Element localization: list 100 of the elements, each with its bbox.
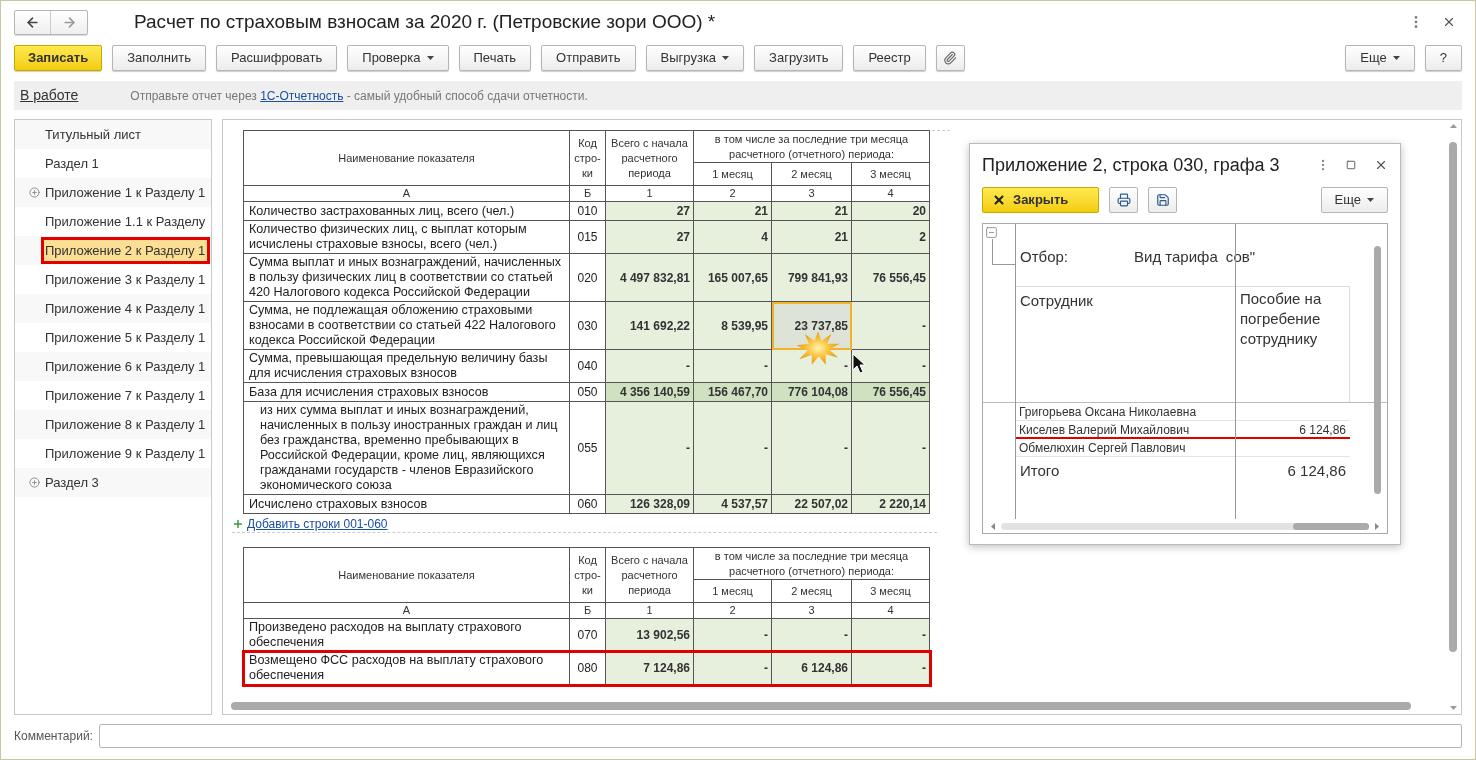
- close-button[interactable]: Закрыть: [982, 186, 1100, 213]
- status-link[interactable]: В работе: [20, 85, 79, 106]
- sidebar-item[interactable]: Приложение 3 к Разделу 1: [44, 266, 208, 293]
- sidebar-item[interactable]: Приложение 2 к Разделу 1: [41, 237, 211, 264]
- row-label: Количество физических лиц, с выплат которым исчислены страховые взносы, всего (чел.): [243, 220, 570, 254]
- column-number: 1: [605, 602, 694, 619]
- toolbar-button[interactable]: Отправить: [541, 45, 636, 71]
- service-link[interactable]: 1С-Отчетность: [260, 88, 344, 103]
- value-cell[interactable]: 4: [693, 220, 772, 254]
- add-icon: [232, 517, 244, 530]
- row-code: 050: [569, 382, 606, 402]
- expand-icon[interactable]: [29, 187, 40, 198]
- row-code: 010: [569, 201, 606, 221]
- value-cell[interactable]: 2: [851, 220, 930, 254]
- value-cell[interactable]: 141 692,22: [605, 301, 694, 350]
- toolbar-button[interactable]: Загрузить: [754, 45, 844, 71]
- column-number: А: [243, 185, 570, 202]
- toolbar-button[interactable]: Печать: [458, 45, 532, 71]
- vertical-scrollbar[interactable]: [1374, 246, 1381, 494]
- scroll-right-icon[interactable]: [1375, 522, 1379, 530]
- row-code: 055: [569, 401, 606, 495]
- toolbar-button[interactable]: Заполнить: [112, 45, 207, 71]
- toolbar-button[interactable]: ?: [1424, 45, 1462, 71]
- column-header: 1 месяц: [693, 579, 772, 603]
- sidebar-item[interactable]: Раздел 1: [44, 150, 101, 177]
- value-cell[interactable]: -: [851, 651, 930, 685]
- value-cell[interactable]: 8 539,95: [693, 301, 772, 350]
- row-code: 040: [569, 349, 606, 383]
- maximize-icon[interactable]: [1346, 160, 1356, 170]
- floppy-icon: [1155, 192, 1170, 207]
- total-amount: 6 124,86: [1286, 460, 1347, 481]
- value-cell[interactable]: -: [851, 401, 930, 495]
- value-cell[interactable]: -: [693, 349, 772, 383]
- info-message: Отправьте отчет через 1С-Отчетность - самый удобный способ сдачи отчетности.: [130, 87, 588, 105]
- printer-icon: [1116, 192, 1131, 207]
- add-rows-link[interactable]: Добавить строки 001-060: [247, 514, 388, 533]
- scroll-up-icon[interactable]: [1449, 124, 1457, 128]
- value-cell[interactable]: -: [851, 301, 930, 350]
- horizontal-scrollbar[interactable]: [231, 702, 1411, 710]
- toolbar-button[interactable]: Расшифровать: [216, 45, 338, 71]
- cross-icon: [992, 192, 1006, 207]
- value-cell[interactable]: -: [693, 651, 772, 685]
- comment-label: Комментарий:: [14, 728, 93, 745]
- column-number: 1: [605, 185, 694, 202]
- column-number: Б: [569, 185, 606, 202]
- toolbar-button[interactable]: Реестр: [853, 45, 926, 71]
- sidebar-item[interactable]: Приложение 7 к Разделу 1: [44, 382, 208, 409]
- employee-name: Григорьева Оксана Николаевна: [1018, 404, 1198, 420]
- sidebar-item[interactable]: Приложение 9 к Разделу 1: [44, 440, 208, 467]
- total-label: Итого: [1019, 460, 1061, 481]
- row-label: Сумма, превышающая предельную величину базы для исчисления страховых взносов: [243, 349, 570, 383]
- comment-field[interactable]: [98, 724, 1462, 748]
- column-header: в том числе за последние три месяца расчетного (отчетного) периода:: [693, 130, 930, 163]
- column-number: 3: [771, 185, 852, 202]
- value-cell[interactable]: -: [693, 401, 772, 495]
- row-code: 020: [569, 253, 606, 302]
- dropdown-button[interactable]: Выгрузка: [645, 45, 745, 71]
- more-button[interactable]: Еще: [1320, 186, 1388, 213]
- caret-icon: [722, 56, 730, 60]
- column-number: 4: [851, 602, 930, 619]
- column-header: Сотрудник: [1020, 292, 1093, 309]
- collapse-icon[interactable]: [985, 226, 998, 239]
- column-header: Код стро-ки: [569, 130, 606, 186]
- value-cell[interactable]: 799 841,93: [771, 253, 852, 302]
- column-header: Код стро-ки: [569, 547, 606, 603]
- vertical-scrollbar[interactable]: [1449, 142, 1457, 652]
- value-cell[interactable]: 27: [605, 220, 694, 254]
- value-cell[interactable]: -: [771, 401, 852, 495]
- value-cell[interactable]: 4 497 832,81: [605, 253, 694, 302]
- value-cell[interactable]: -: [605, 349, 694, 383]
- dropdown-button[interactable]: Проверка: [347, 45, 449, 71]
- value-cell[interactable]: 165 007,65: [693, 253, 772, 302]
- value-cell[interactable]: 7 124,86: [605, 651, 694, 685]
- save-file-button[interactable]: [1148, 186, 1178, 213]
- sidebar-item[interactable]: Приложение 1.1 к Разделу: [44, 208, 208, 235]
- row-code: 030: [569, 301, 606, 350]
- window-title: Приложение 2, строка 030, графа 3: [982, 153, 1280, 177]
- value-cell[interactable]: 21: [771, 220, 852, 254]
- amount-cell-text: 6 124,86: [1298, 422, 1347, 437]
- row-label: Сумма выплат и иных вознаграждений, начисленных в пользу физических лиц в соответствии со статьей 420 Налогового кодекса Российской Федерации: [243, 253, 570, 302]
- save-button[interactable]: Записать: [14, 45, 103, 71]
- scroll-down-icon[interactable]: [1449, 706, 1457, 710]
- expand-icon[interactable]: [29, 477, 40, 488]
- scroll-left-icon[interactable]: [991, 522, 995, 530]
- column-number: 2: [693, 185, 772, 202]
- filter-value: Вид тарифа: [1134, 246, 1218, 267]
- horizontal-scrollbar[interactable]: [1293, 522, 1369, 530]
- close-icon[interactable]: [1374, 158, 1388, 172]
- column-number: А: [243, 602, 570, 619]
- sidebar-item[interactable]: Приложение 5 к Разделу 1: [44, 324, 208, 351]
- attach-button[interactable]: [935, 45, 965, 71]
- value-cell[interactable]: 76 556,45: [851, 253, 930, 302]
- value-cell[interactable]: 6 124,86: [771, 651, 852, 685]
- dropdown-button[interactable]: Еще: [1345, 45, 1415, 71]
- row-label: База для исчисления страховых взносов: [243, 382, 570, 402]
- print-button[interactable]: [1109, 186, 1139, 213]
- column-header: Всего с начала расчетного периода: [605, 130, 694, 186]
- row-code: 015: [569, 220, 606, 254]
- value-cell[interactable]: -: [605, 401, 694, 495]
- close-icon[interactable]: [1442, 15, 1456, 29]
